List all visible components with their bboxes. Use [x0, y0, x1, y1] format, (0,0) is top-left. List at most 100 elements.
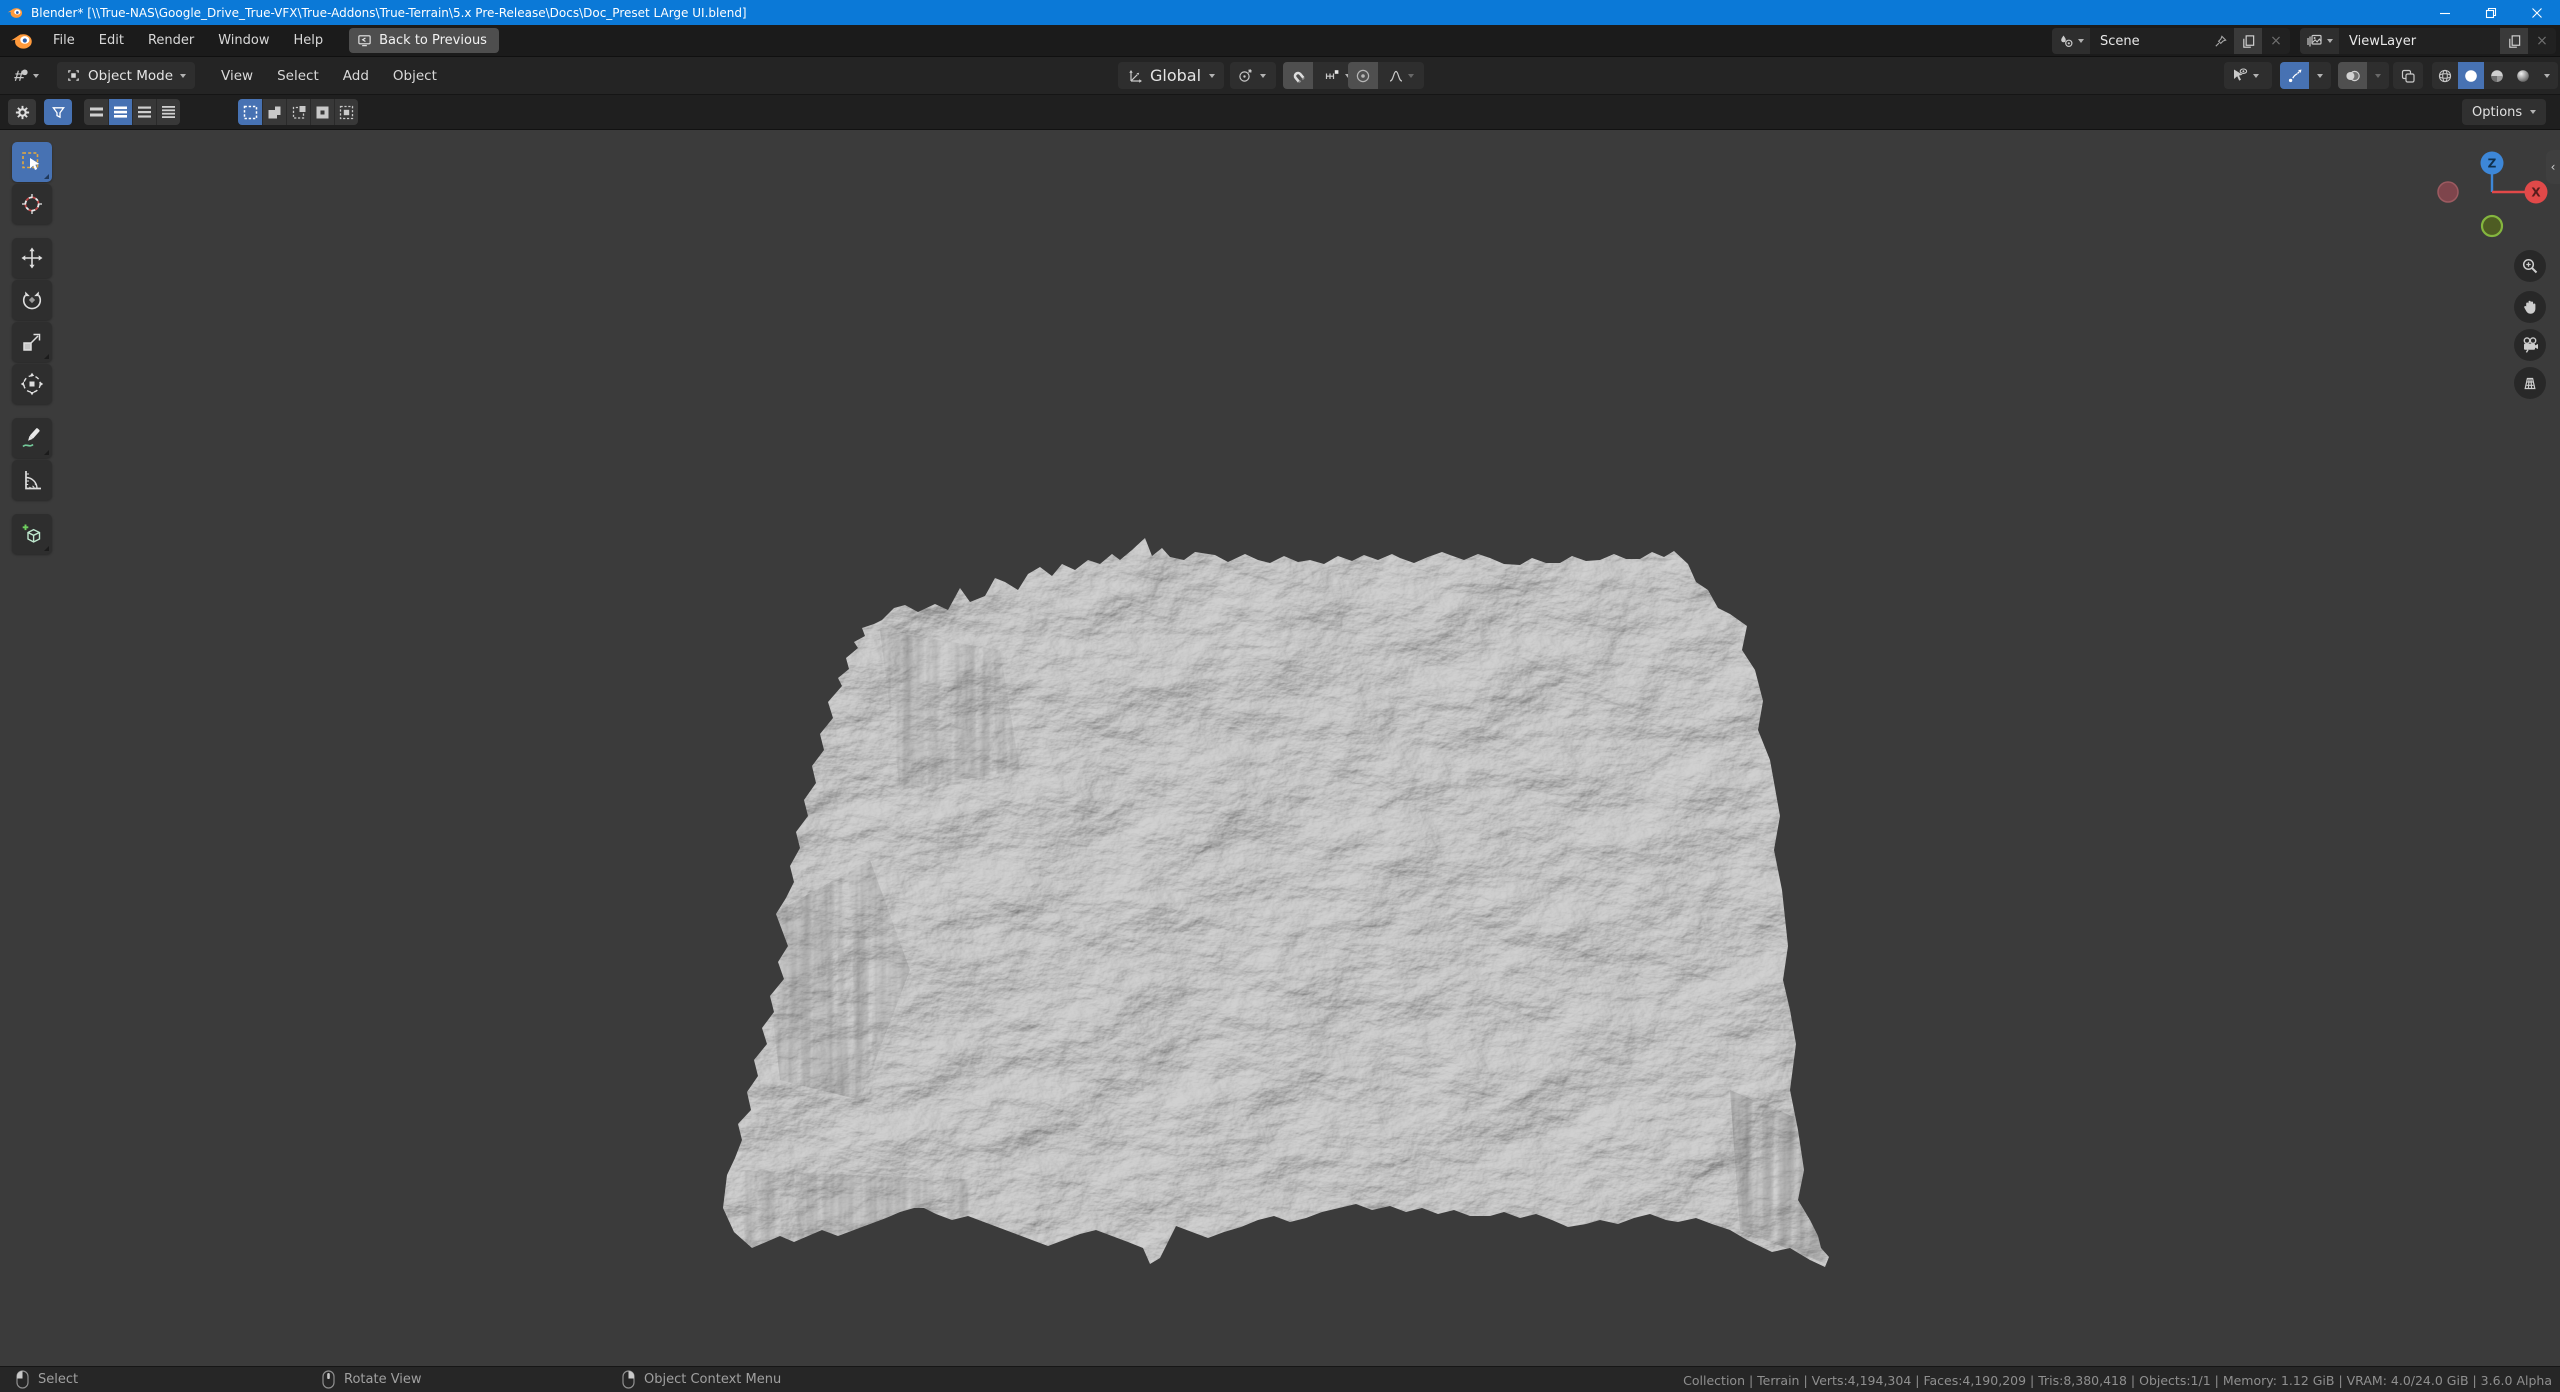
tool-move[interactable] [12, 238, 52, 278]
shading-material-button[interactable] [2484, 62, 2510, 89]
density-option-4[interactable] [156, 99, 180, 125]
subtool-indicator [44, 546, 49, 551]
back-to-previous-button[interactable]: Back to Previous [349, 28, 499, 53]
tool-annotate[interactable] [12, 418, 52, 458]
sidebar-toggle-tab[interactable]: ‹ [2546, 150, 2560, 184]
shading-dropdown[interactable] [2536, 62, 2558, 89]
snap-magnet-icon [1290, 68, 1306, 84]
unlink-scene-button[interactable]: × [2262, 28, 2290, 54]
tool-measure[interactable] [12, 460, 52, 500]
copy-icon [2241, 34, 2256, 49]
options-dropdown[interactable]: Options [2462, 99, 2546, 125]
menu-object[interactable]: Object [381, 68, 449, 84]
scene-browse-button[interactable] [2052, 28, 2090, 54]
proportional-toggle[interactable] [1348, 62, 1378, 89]
menu-select[interactable]: Select [265, 68, 331, 84]
blender-window: Blender* [\\True-NAS\Google_Drive_True-V… [0, 0, 2560, 1392]
select-mode-set[interactable] [238, 99, 262, 125]
overlays-dropdown[interactable] [2367, 62, 2389, 89]
scene-statistics: Collection | Terrain | Verts:4,194,304 |… [1683, 1367, 2552, 1392]
chevron-left-icon: ‹ [2551, 160, 2556, 174]
scene-selector: Scene × [2052, 28, 2290, 54]
orientation-dropdown[interactable]: Global [1118, 62, 1224, 89]
xray-icon [2400, 68, 2416, 84]
shading-wireframe-button[interactable] [2432, 62, 2458, 89]
gizmos-dropdown[interactable] [2309, 62, 2331, 89]
mode-dropdown[interactable]: Object Mode [57, 62, 195, 89]
tool-rotate[interactable] [12, 280, 52, 320]
density-option-1[interactable] [84, 99, 108, 125]
pan-view-button[interactable] [2514, 291, 2546, 323]
shading-rendered-button[interactable] [2510, 62, 2536, 89]
select-mode-intersect[interactable] [334, 99, 358, 125]
new-viewlayer-button[interactable] [2500, 28, 2528, 54]
viewlayer-browse-button[interactable] [2300, 28, 2339, 54]
zoom-view-button[interactable] [2514, 250, 2546, 282]
back-icon [357, 33, 372, 48]
tool-scale[interactable] [12, 322, 52, 362]
menu-file[interactable]: File [41, 33, 87, 48]
middle-mouse-icon [322, 1370, 335, 1389]
scene-name[interactable]: Scene [2090, 34, 2206, 49]
axis-x-label: X [2531, 186, 2541, 200]
blender-menu-logo-icon[interactable] [10, 31, 33, 50]
pin-scene-button[interactable] [2206, 28, 2234, 54]
tool-add-cube[interactable] [12, 514, 52, 554]
ortho-toggle-button[interactable] [2514, 367, 2546, 399]
xray-toggle[interactable] [2393, 62, 2423, 89]
camera-view-button[interactable] [2514, 329, 2546, 361]
tool-settings-bar [0, 95, 2560, 130]
gizmos-control [2280, 62, 2331, 89]
filter-button[interactable] [44, 99, 72, 125]
shading-material-icon [2489, 68, 2505, 84]
options-label: Options [2472, 105, 2522, 120]
new-scene-button[interactable] [2234, 28, 2262, 54]
shading-rendered-icon [2515, 68, 2531, 84]
menu-add[interactable]: Add [331, 68, 381, 84]
close-icon: × [2270, 33, 2282, 49]
overlays-toggle[interactable] [2338, 62, 2367, 89]
select-mode-invert[interactable] [310, 99, 334, 125]
select-mode-subtract[interactable] [286, 99, 310, 125]
proportional-icon [1355, 68, 1371, 84]
editor-type-button[interactable] [4, 67, 47, 84]
snap-toggle[interactable] [1283, 62, 1313, 89]
remove-viewlayer-button[interactable]: × [2528, 28, 2556, 54]
tool-select-box[interactable] [12, 142, 52, 182]
pan-icon [2521, 298, 2539, 316]
viewport-3d[interactable]: Z X ‹ [0, 130, 2560, 1366]
visibility-dropdown[interactable] [2224, 62, 2272, 89]
titlebar: Blender* [\\True-NAS\Google_Drive_True-V… [0, 0, 2560, 25]
select-mode-extend[interactable] [262, 99, 286, 125]
viewlayer-name[interactable]: ViewLayer [2339, 34, 2500, 49]
menu-help[interactable]: Help [282, 33, 336, 48]
hint-context-menu: Object Context Menu [622, 1370, 781, 1389]
menu-edit[interactable]: Edit [87, 33, 136, 48]
statusbar: Select Rotate View Object Context Menu C… [0, 1366, 2560, 1392]
tool-cursor[interactable] [12, 184, 52, 224]
chevron-down-icon [2253, 74, 2259, 78]
shading-solid-button[interactable] [2458, 62, 2484, 89]
viewlayer-selector: ViewLayer × [2300, 28, 2556, 54]
tool-transform[interactable] [12, 364, 52, 404]
restore-button[interactable] [2468, 0, 2514, 25]
pin-icon [2213, 34, 2228, 49]
axis-gizmo[interactable]: Z X [2432, 140, 2554, 252]
close-button[interactable] [2514, 0, 2560, 25]
menu-window[interactable]: Window [206, 33, 281, 48]
zoom-icon [2521, 257, 2539, 275]
minimize-button[interactable] [2422, 0, 2468, 25]
gizmos-toggle[interactable] [2280, 62, 2309, 89]
display-density-group [84, 99, 180, 125]
density-option-3[interactable] [132, 99, 156, 125]
falloff-dropdown[interactable] [1378, 62, 1424, 89]
menu-render[interactable]: Render [136, 33, 206, 48]
hint-context-label: Object Context Menu [644, 1372, 781, 1387]
menu-view[interactable]: View [209, 68, 265, 84]
camera-icon [2521, 336, 2539, 354]
terrain-mesh-object[interactable] [700, 530, 1860, 1290]
mode-label: Object Mode [88, 68, 173, 84]
tool-settings-button[interactable] [8, 99, 36, 125]
density-option-2[interactable] [108, 99, 132, 125]
pivot-dropdown[interactable] [1230, 62, 1276, 89]
